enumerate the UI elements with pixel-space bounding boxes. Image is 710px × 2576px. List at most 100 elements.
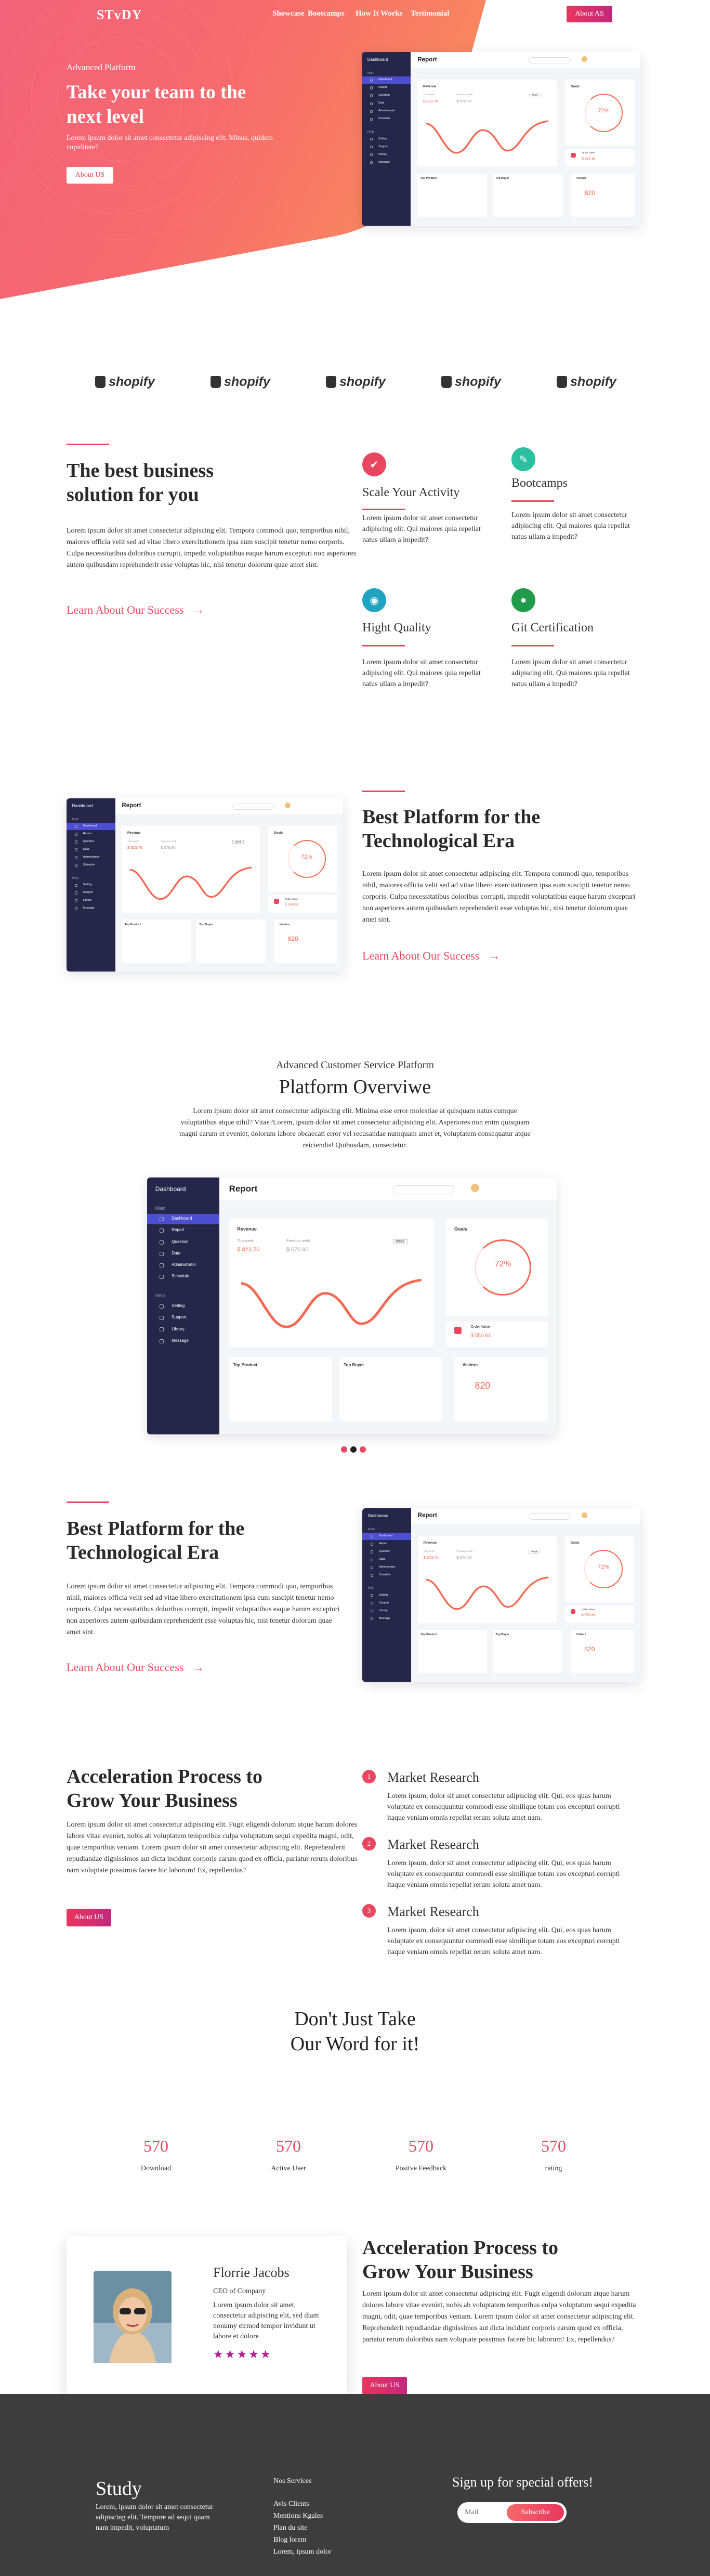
period-select[interactable]: Week bbox=[232, 839, 244, 844]
sidebar-menu-item[interactable]: Dashboard bbox=[378, 78, 392, 81]
menu-icon bbox=[159, 1275, 164, 1279]
business-learn-link[interactable]: Learn About Our Success → bbox=[67, 603, 204, 617]
dashboard-title: Report bbox=[417, 1512, 437, 1519]
sidebar-menu-item[interactable]: Question bbox=[378, 94, 390, 97]
order-card bbox=[446, 1321, 549, 1348]
platform2-text: Lorem ipsum dolor sit amet consectetur a… bbox=[67, 1583, 340, 1636]
accel-about-button[interactable]: About US bbox=[67, 1909, 111, 1926]
sidebar-menu-item[interactable]: Library bbox=[379, 1609, 387, 1612]
step-number: 1 bbox=[362, 1770, 376, 1783]
business-text: Lorem ipsum dolor sit amet consectetur a… bbox=[67, 527, 357, 569]
period-select[interactable]: Week bbox=[529, 1550, 541, 1554]
stat-label: rating bbox=[545, 2165, 562, 2172]
revenue-total-label: This week bbox=[423, 94, 435, 97]
nav-testimonial[interactable]: Testimonial bbox=[411, 9, 449, 18]
nav-showcase[interactable]: Showcase bbox=[272, 9, 305, 18]
top-product-label: Top Product bbox=[233, 1362, 257, 1367]
sidebar-menu-item[interactable]: Data bbox=[378, 101, 384, 105]
menu-icon bbox=[371, 1566, 374, 1569]
carousel-dot[interactable] bbox=[341, 1446, 347, 1453]
footer-link[interactable]: Lorem, ipsum dolor bbox=[273, 2546, 332, 2558]
platform-text: Lorem ipsum dolor sit amet consectetur a… bbox=[362, 870, 636, 924]
sidebar-menu-item[interactable]: Schedule bbox=[172, 1274, 189, 1278]
mail-input[interactable] bbox=[465, 2506, 501, 2519]
visitors-value: 820 bbox=[584, 189, 596, 197]
dashboard-brand: Dashboard bbox=[155, 1185, 186, 1193]
sidebar-menu-item[interactable]: Schedule bbox=[378, 117, 390, 120]
sidebar-menu-item[interactable]: Administrator bbox=[379, 1565, 396, 1569]
order-value: $ 550.61 bbox=[582, 157, 596, 161]
shopping-bag-icon bbox=[326, 376, 336, 388]
revenue-prev: $ 676.90 bbox=[456, 1555, 472, 1560]
sidebar-menu-item[interactable]: Support bbox=[172, 1315, 186, 1319]
menu-icon bbox=[159, 1327, 164, 1332]
site-logo[interactable]: STvDY bbox=[97, 7, 142, 23]
platform2-learn-link[interactable]: Learn About Our Success → bbox=[67, 1661, 204, 1674]
dashboard-search[interactable] bbox=[529, 57, 571, 63]
about-as-button[interactable]: About AS bbox=[567, 6, 612, 22]
period-select[interactable]: Week bbox=[529, 94, 541, 98]
step-title: Market Research bbox=[387, 1770, 479, 1785]
sidebar-menu-item[interactable]: Administrator bbox=[378, 109, 395, 112]
sidebar-menu-item[interactable]: Question bbox=[83, 840, 95, 843]
nav-bootcamps[interactable]: Bootcamps bbox=[308, 9, 345, 18]
dashboard-preview-overview: Dashboard Main Dashboard Report Question Data… bbox=[147, 1177, 557, 1434]
sidebar-menu-item[interactable]: Message bbox=[379, 1617, 390, 1620]
sidebar-menu-item[interactable]: Message bbox=[172, 1338, 188, 1343]
sidebar-menu-item[interactable]: Question bbox=[172, 1239, 188, 1244]
dashboard-title: Report bbox=[417, 56, 437, 63]
subscribe-button[interactable]: Subscribe bbox=[507, 2504, 564, 2521]
footer-link[interactable]: Plan du site bbox=[273, 2522, 332, 2534]
sidebar-menu-item[interactable]: Support bbox=[83, 891, 93, 894]
sidebar-menu-item[interactable]: Question bbox=[379, 1550, 390, 1553]
sidebar-menu-item[interactable]: Message bbox=[83, 907, 95, 910]
sidebar-menu-item[interactable]: Library bbox=[83, 899, 91, 902]
platform-learn-link[interactable]: Learn About Our Success → bbox=[362, 949, 500, 963]
sidebar-menu-item[interactable]: Support bbox=[379, 1601, 389, 1604]
hero-about-button[interactable]: About US bbox=[67, 167, 113, 184]
dashboard-search[interactable] bbox=[232, 803, 274, 810]
footer-link[interactable]: Mentions Kgales bbox=[273, 2510, 332, 2522]
sidebar-menu-item[interactable]: Library bbox=[172, 1327, 184, 1331]
menu-icon bbox=[159, 1217, 164, 1222]
sidebar-menu-item[interactable]: Report bbox=[379, 1542, 387, 1545]
sidebar-menu-item[interactable]: Schedule bbox=[83, 863, 95, 866]
sidebar-menu-item[interactable]: Report bbox=[172, 1227, 184, 1232]
footer-link[interactable]: Avis Clients bbox=[273, 2498, 332, 2510]
sidebar-menu-item[interactable]: Report bbox=[83, 832, 91, 835]
accel2-about-button[interactable]: About US bbox=[362, 2377, 407, 2394]
sidebar-menu-item[interactable]: Message bbox=[378, 161, 390, 164]
carousel-dot[interactable] bbox=[360, 1446, 366, 1453]
dashboard-brand: Dashboard bbox=[72, 803, 93, 808]
menu-icon bbox=[74, 848, 78, 851]
dashboard-search[interactable] bbox=[392, 1185, 454, 1195]
footer-link[interactable]: Blog lorem bbox=[273, 2534, 332, 2546]
sidebar-menu-item[interactable]: Setting bbox=[83, 883, 92, 886]
nav-how-it-works[interactable]: How It Works bbox=[356, 9, 403, 18]
sidebar-menu-item[interactable]: Report bbox=[378, 86, 387, 89]
sidebar-menu-item[interactable]: Support bbox=[378, 145, 388, 148]
sidebar-menu-item[interactable]: Setting bbox=[378, 137, 387, 140]
sidebar-menu-item[interactable]: Administrator bbox=[172, 1262, 196, 1267]
sidebar-menu-item[interactable]: Dashboard bbox=[83, 824, 97, 827]
revenue-label: Revenue bbox=[423, 85, 437, 89]
sidebar-menu-item[interactable]: Schedule bbox=[379, 1573, 390, 1576]
sidebar-menu-item[interactable]: Dashboard bbox=[172, 1216, 192, 1221]
revenue-chart-line bbox=[241, 1278, 422, 1328]
sidebar-menu-item[interactable]: Library bbox=[378, 153, 387, 156]
sidebar-menu-item[interactable]: Setting bbox=[172, 1303, 185, 1308]
testimonial-name: Florrie Jacobs bbox=[213, 2265, 290, 2280]
sidebar-menu-item[interactable]: Administrator bbox=[83, 856, 100, 859]
period-select[interactable]: Week bbox=[392, 1239, 407, 1244]
carousel-dot[interactable] bbox=[350, 1446, 357, 1453]
revenue-prev: $ 676.90 bbox=[160, 845, 176, 850]
sidebar-menu-item[interactable]: Data bbox=[379, 1558, 385, 1561]
sidebar-menu-item[interactable]: Setting bbox=[379, 1594, 388, 1597]
menu-icon bbox=[371, 1543, 374, 1546]
sidebar-menu-item[interactable]: Dashboard bbox=[379, 1534, 392, 1537]
platform-title: Best Platform for the Technological Era bbox=[362, 806, 541, 852]
sidebar-menu-item[interactable]: Data bbox=[83, 848, 89, 851]
revenue-chart-line bbox=[426, 1576, 548, 1610]
sidebar-menu-item[interactable]: Data bbox=[172, 1251, 180, 1255]
dashboard-search[interactable] bbox=[529, 1513, 571, 1520]
